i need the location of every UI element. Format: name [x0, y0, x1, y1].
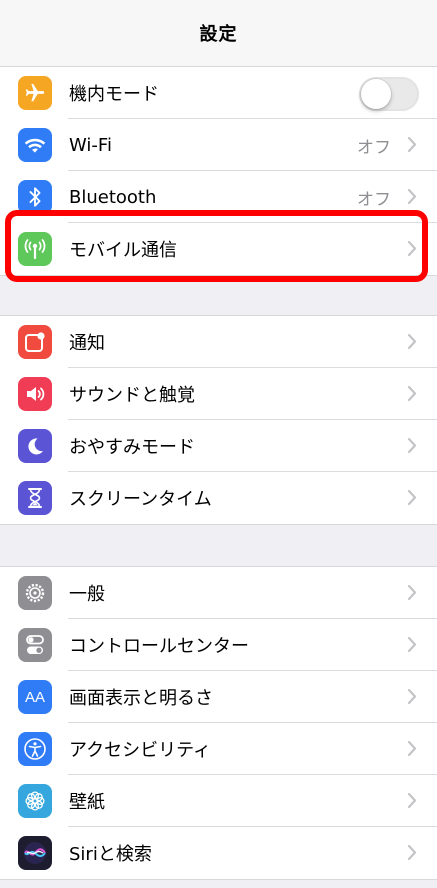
wifi-label: Wi-Fi	[69, 134, 112, 156]
general-label: 一般	[69, 584, 105, 605]
bluetooth-row[interactable]: Bluetooth オフ	[0, 171, 437, 223]
wallpaper-label: 壁紙	[69, 792, 105, 813]
hourglass-icon	[18, 481, 52, 515]
connectivity-group: 機内モード Wi-Fi オフ Bluetooth オフ モバイル通信	[0, 66, 437, 276]
antenna-icon	[18, 232, 52, 266]
siri-search-row[interactable]: Siriと検索	[0, 827, 437, 879]
general-group: 一般 コントロールセンター AA 画面表示と明るさ アクセシビリティ 壁紙 Si…	[0, 566, 437, 880]
accessibility-label: アクセシビリティ	[69, 740, 212, 761]
wifi-status: オフ	[357, 137, 391, 158]
flower-icon	[18, 784, 52, 818]
chevron-right-icon	[407, 740, 417, 757]
airplane-mode-label: 機内モード	[69, 84, 159, 105]
control-center-label: コントロールセンター	[69, 636, 249, 657]
screen-time-row[interactable]: スクリーンタイム	[0, 472, 437, 524]
nav-bar: 設定	[0, 0, 437, 67]
wifi-row[interactable]: Wi-Fi オフ	[0, 119, 437, 171]
siri-search-label: Siriと検索	[69, 844, 152, 865]
speaker-icon	[18, 377, 52, 411]
bluetooth-status: オフ	[357, 189, 391, 210]
general-row[interactable]: 一般	[0, 567, 437, 619]
bluetooth-icon	[18, 180, 52, 214]
do-not-disturb-row[interactable]: おやすみモード	[0, 420, 437, 472]
control-center-row[interactable]: コントロールセンター	[0, 619, 437, 671]
airplane-mode-row[interactable]: 機内モード	[0, 67, 437, 119]
wifi-icon	[18, 128, 52, 162]
moon-icon	[18, 429, 52, 463]
screen-time-label: スクリーンタイム	[69, 489, 212, 510]
sounds-row[interactable]: サウンドと触覚	[0, 368, 437, 420]
display-brightness-row[interactable]: AA 画面表示と明るさ	[0, 671, 437, 723]
chevron-right-icon	[407, 188, 417, 205]
switches-icon	[18, 628, 52, 662]
text-size-icon: AA	[18, 680, 52, 714]
chevron-right-icon	[407, 333, 417, 350]
gear-icon	[18, 576, 52, 610]
wallpaper-row[interactable]: 壁紙	[0, 775, 437, 827]
do-not-disturb-label: おやすみモード	[69, 437, 195, 458]
chevron-right-icon	[407, 636, 417, 653]
airplane-icon	[18, 76, 52, 110]
notifications-label: 通知	[69, 333, 105, 354]
cellular-label: モバイル通信	[69, 240, 177, 261]
notifications-row[interactable]: 通知	[0, 316, 437, 368]
toggle-knob	[361, 79, 391, 109]
chevron-right-icon	[407, 489, 417, 506]
text-size-glyph: AA	[24, 688, 45, 706]
siri-icon	[18, 836, 52, 870]
chevron-right-icon	[407, 240, 417, 257]
page-title: 設定	[199, 24, 238, 45]
chevron-right-icon	[407, 437, 417, 454]
chevron-right-icon	[407, 844, 417, 861]
chevron-right-icon	[407, 688, 417, 705]
chevron-right-icon	[407, 385, 417, 402]
chevron-right-icon	[407, 792, 417, 809]
bluetooth-label: Bluetooth	[69, 186, 157, 208]
chevron-right-icon	[407, 136, 417, 153]
airplane-mode-toggle[interactable]	[359, 77, 419, 111]
display-brightness-label: 画面表示と明るさ	[69, 688, 213, 709]
accessibility-row[interactable]: アクセシビリティ	[0, 723, 437, 775]
cellular-row[interactable]: モバイル通信	[0, 223, 437, 275]
notification-icon	[18, 325, 52, 359]
chevron-right-icon	[407, 584, 417, 601]
sounds-label: サウンドと触覚	[69, 385, 195, 406]
accessibility-icon	[18, 732, 52, 766]
notifications-group: 通知 サウンドと触覚 おやすみモード スクリーンタイム	[0, 315, 437, 525]
